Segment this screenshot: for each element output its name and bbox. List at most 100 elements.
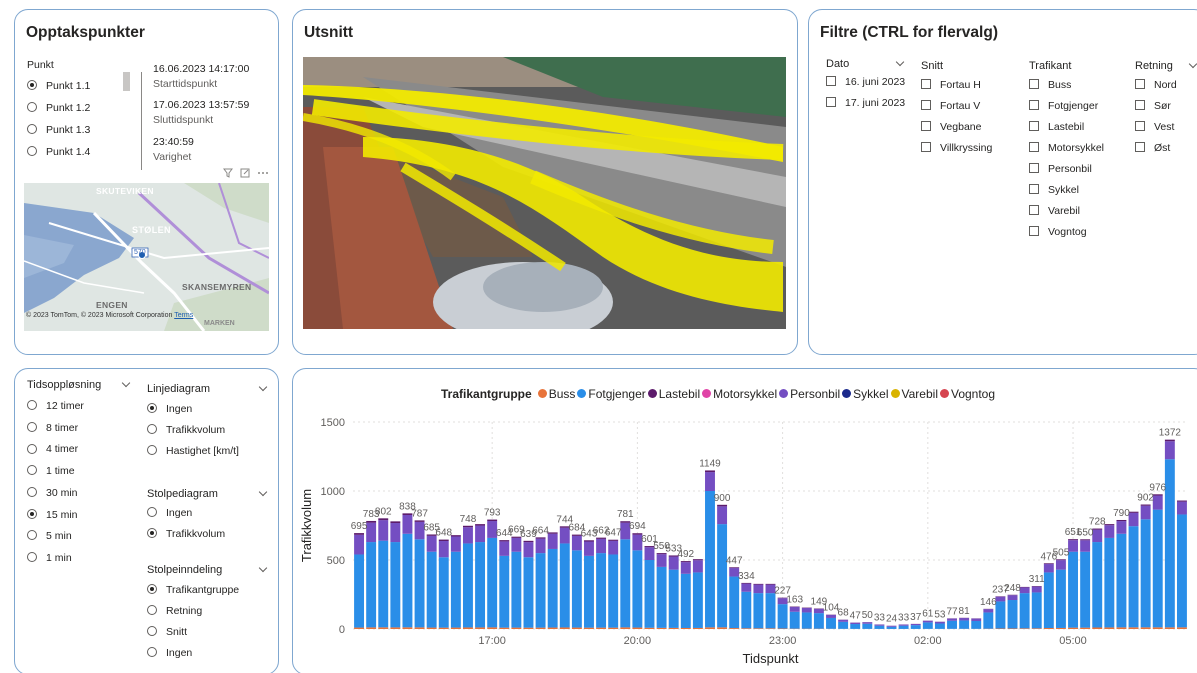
bar-segment-personbil: [850, 622, 861, 625]
dato-option-16-juni[interactable]: 16. juni 2023: [826, 76, 905, 88]
x-tick-label: 20:00: [624, 635, 652, 647]
bar-segment-buss: [390, 627, 401, 629]
bar-segment-personbil: [438, 540, 449, 558]
bar-segment-lastebil: [584, 540, 594, 542]
bar-segment-fotgjenger: [1068, 551, 1078, 628]
bar-segment-personbil: [584, 541, 594, 556]
punkt-option-1-1[interactable]: Punkt 1.1: [27, 80, 90, 92]
tidsopplosning-option-0[interactable]: 12 timer: [27, 400, 84, 412]
map-label-skuteviken: SKUTEVIKEN: [96, 186, 154, 196]
retning-option-vest[interactable]: Vest: [1135, 121, 1174, 133]
bar-segment-fotgjenger: [934, 623, 945, 629]
bar-segment-buss: [426, 627, 437, 629]
bar-segment-fotgjenger: [910, 625, 921, 629]
bar-segment-fotgjenger: [535, 553, 546, 628]
snitt-option-vegbane[interactable]: Vegbane: [921, 121, 981, 133]
bar-segment-buss: [644, 627, 655, 629]
stolpeinndeling-option-0[interactable]: Trafikantgruppe: [147, 584, 239, 596]
focus-mode-icon[interactable]: [240, 168, 250, 178]
bar-data-label: 81: [959, 606, 971, 617]
radio-icon: [147, 507, 157, 518]
snitt-option-fortau-v[interactable]: Fortau V: [921, 100, 980, 112]
tidsopplosning-option-7[interactable]: 1 min: [27, 552, 72, 564]
linjediagram-option-2[interactable]: Hastighet [km/t]: [147, 445, 239, 457]
punkt-option-1-2[interactable]: Punkt 1.2: [27, 102, 90, 114]
bar-segment-lastebil: [1104, 524, 1115, 526]
trafikant-option-sykkel[interactable]: Sykkel: [1029, 184, 1079, 196]
bar-data-label: 793: [484, 508, 501, 519]
bar-segment-buss: [1092, 627, 1103, 629]
bar-segment-fotgjenger: [596, 553, 607, 628]
radio-icon: [147, 528, 157, 539]
linjediagram-option-0[interactable]: Ingen: [147, 403, 192, 415]
bar-segment-fotgjenger: [1140, 519, 1151, 628]
snitt-option-fortau-h[interactable]: Fortau H: [921, 79, 981, 91]
trafikant-option-fotgjenger[interactable]: Fotgjenger: [1029, 100, 1098, 112]
trafikant-option-buss[interactable]: Buss: [1029, 79, 1071, 91]
stolpediagram-chevron-down-icon[interactable]: [258, 487, 268, 497]
bar-data-label: 790: [1113, 508, 1130, 519]
punkt-option-1-3[interactable]: Punkt 1.3: [27, 124, 90, 136]
bar-segment-fotgjenger: [487, 537, 498, 628]
stolpeinndeling-option-2[interactable]: Snitt: [147, 626, 187, 638]
bar-segment-personbil: [717, 506, 728, 525]
duration-label: Varighet: [153, 151, 192, 163]
bar-data-label: 53: [934, 610, 946, 621]
tidsopplosning-option-label: 8 timer: [46, 421, 79, 434]
radio-icon: [27, 530, 37, 541]
stolpeinndeling-chevron-down-icon[interactable]: [258, 563, 268, 573]
bar-segment-lastebil: [717, 504, 728, 507]
punkt-scrollbar[interactable]: [123, 72, 130, 91]
linjediagram-chevron-down-icon[interactable]: [258, 382, 268, 392]
dato-option-17-juni[interactable]: 17. juni 2023: [826, 97, 905, 109]
trafikant-option-varebil[interactable]: Varebil: [1029, 205, 1080, 217]
map-label-skansemyren: SKANSEMYREN: [182, 282, 252, 292]
stolpediagram-option-0[interactable]: Ingen: [147, 507, 192, 519]
more-options-icon[interactable]: [258, 172, 268, 174]
stolpediagram-option-1[interactable]: Trafikkvolum: [147, 528, 225, 540]
filter-icon[interactable]: [223, 168, 233, 178]
bar-segment-personbil: [995, 596, 1006, 602]
tidsopplosning-option-2[interactable]: 4 timer: [27, 443, 78, 455]
tidsopplosning-option-3[interactable]: 1 time: [27, 465, 75, 477]
linjediagram-option-1[interactable]: Trafikkvolum: [147, 424, 225, 436]
trafikant-option-motorsykkel[interactable]: Motorsykkel: [1029, 142, 1104, 154]
bar-segment-personbil: [910, 623, 921, 626]
trafikant-option-personbil[interactable]: Personbil: [1029, 163, 1092, 175]
bar-segment-personbil: [826, 614, 836, 618]
retning-chevron-down-icon[interactable]: [1188, 59, 1197, 69]
retning-option-nord[interactable]: Nord: [1135, 79, 1177, 91]
trafikant-option-vogntog[interactable]: Vogntog: [1029, 226, 1087, 238]
stolpeinndeling-option-3[interactable]: Ingen: [147, 647, 192, 659]
punkt-option-1-4[interactable]: Punkt 1.4: [27, 146, 90, 158]
tidsopplosning-option-4[interactable]: 30 min: [27, 487, 78, 499]
map-terms-link[interactable]: Terms: [174, 312, 193, 319]
snitt-option-villkryssing[interactable]: Villkryssing: [921, 142, 992, 154]
bar-data-label: 648: [435, 528, 452, 539]
location-map[interactable]: SKUTEVIKEN STØLEN SKANSEMYREN ENGEN MARK…: [24, 183, 269, 331]
retning-option-sor[interactable]: Sør: [1135, 100, 1171, 112]
bar-segment-buss: [1043, 628, 1054, 629]
dato-chevron-down-icon[interactable]: [895, 57, 905, 67]
bar-segment-fotgjenger: [511, 551, 522, 628]
tidsopplosning-chevron-down-icon[interactable]: [121, 378, 131, 388]
bar-segment-fotgjenger: [668, 569, 679, 628]
bar-segment-buss: [378, 627, 389, 629]
tidsopplosning-option-6[interactable]: 5 min: [27, 530, 72, 542]
tidsopplosning-option-label: 15 min: [46, 508, 78, 521]
retning-option-ost[interactable]: Øst: [1135, 142, 1170, 154]
bar-segment-buss: [584, 627, 594, 629]
bar-segment-fotgjenger: [1007, 600, 1018, 629]
stolpeinndeling-option-1[interactable]: Retning: [147, 605, 202, 617]
bar-segment-buss: [1176, 627, 1187, 629]
bar-segment-fotgjenger: [632, 550, 643, 628]
opptakspunkter-card: Opptakspunkter Punkt Punkt 1.1 Punkt 1.2…: [14, 9, 279, 355]
bar-segment-lastebil: [608, 539, 619, 541]
trafikant-option-lastebil[interactable]: Lastebil: [1029, 121, 1084, 133]
bar-data-label: 77: [946, 606, 958, 617]
tidsopplosning-option-5[interactable]: 15 min: [27, 509, 78, 521]
bar-segment-lastebil: [705, 470, 715, 473]
tidsopplosning-option-1[interactable]: 8 timer: [27, 422, 78, 434]
bar-segment-fotgjenger: [390, 542, 401, 628]
stolpeinndeling-option-label: Retning: [166, 605, 203, 617]
